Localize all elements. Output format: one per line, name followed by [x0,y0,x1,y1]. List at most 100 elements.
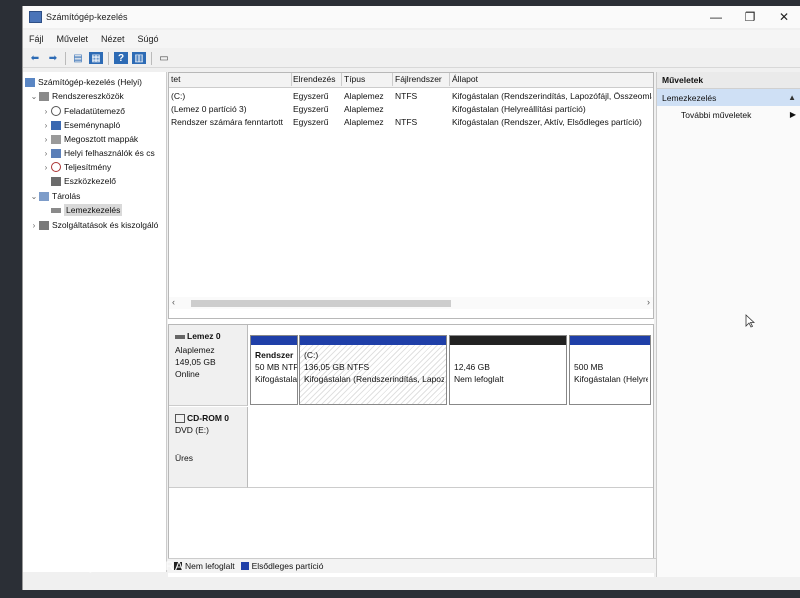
window-controls: — ❐ ✕ [699,6,800,28]
tree-item-system-tools[interactable]: ⌄ Rendszereszközök [29,89,124,103]
primary-partition-bar [570,336,650,345]
help-icon[interactable]: ? [114,52,128,64]
expand-icon[interactable]: › [41,163,51,172]
disk0-size: 149,05 GB [175,357,216,367]
expand-icon[interactable]: › [41,121,51,130]
tree-item-root[interactable]: Számítógép-kezelés (Helyi) [25,75,142,89]
expand-icon[interactable]: › [41,107,51,116]
back-arrow-icon[interactable]: ⬅ [28,52,42,64]
storage-icon [39,191,49,201]
cdrom-label[interactable]: CD-ROM 0 DVD (E:) Üres [169,407,248,488]
actions-section-disk-management[interactable]: Lemezkezelés ▲ [657,89,800,106]
minimize-button[interactable]: — [699,6,733,28]
unallocated-bar [450,336,566,345]
disk0-name: Lemez 0 [175,331,221,341]
horizontal-scrollbar[interactable]: ‹ › [169,297,653,309]
more-actions[interactable]: További műveletek ▶ [657,106,800,123]
tree-item-shared-folders[interactable]: › Megosztott mappák [41,132,139,146]
cell-layout: Egyszerű [293,104,329,114]
submenu-arrow-icon: ▶ [789,110,796,119]
menu-view[interactable]: Nézet [101,34,125,44]
legend-primary: Elsődleges partíció [251,561,324,571]
toolbar-separator [151,51,152,65]
cell-type: Alaplemez [344,91,384,101]
expand-icon[interactable]: › [41,135,51,144]
cdrom-status: Üres [175,453,193,463]
toolbar-separator [65,51,66,65]
hard-disk-icon [175,334,185,339]
toolbar: ⬅ ➡ ▤ ▦ ? ▥ ▭ [23,49,800,68]
disk-graphical-view: Lemez 0 Alaplemez 149,05 GB Online Rends… [168,324,654,571]
properties-icon[interactable]: ▥ [132,52,146,64]
actions-header: Műveletek [657,72,800,89]
tree-item-performance[interactable]: › Teljesítmény [41,160,111,174]
column-header-status[interactable]: Állapot [450,73,653,86]
collapse-up-icon[interactable]: ▲ [788,93,796,102]
watermark-line2: AI QUAD CAMERA [66,559,185,573]
table-row[interactable]: Rendszer számára fenntartott Egyszerű Al… [169,116,653,129]
console-view-icon[interactable]: ▭ [157,52,171,64]
disk0-label[interactable]: Lemez 0 Alaplemez 149,05 GB Online [169,325,248,406]
cell-volume: (C:) [171,91,186,101]
partition-recovery[interactable]: 500 MB Kifogástalan (Helyreállítási [569,335,651,405]
actions-pane: Műveletek Lemezkezelés ▲ További művelet… [656,72,800,577]
column-header-volume[interactable]: tet [169,73,292,86]
cell-volume: Rendszer számára fenntartott [171,117,283,127]
title-bar: Számítógép-kezelés — ❐ ✕ [23,6,800,28]
tree-item-storage[interactable]: ⌄ Tárolás [29,189,81,203]
mmc-window: Számítógép-kezelés — ❐ ✕ Fájl Művelet Né… [22,6,800,590]
column-header-layout[interactable]: Elrendezés [291,73,342,86]
tools-icon [39,91,49,101]
close-button[interactable]: ✕ [767,6,800,28]
column-header-type[interactable]: Típus [342,73,393,86]
cell-type: Alaplemez [344,104,384,114]
disk0-type: Alaplemez [175,345,215,355]
tree-item-local-users[interactable]: › Helyi felhasználók és cs [41,146,155,160]
clock-icon [51,106,61,116]
menu-file[interactable]: Fájl [29,34,44,44]
tree-item-services[interactable]: › Szolgáltatások és kiszolgáló [29,218,159,232]
forward-arrow-icon[interactable]: ➡ [46,52,60,64]
primary-partition-bar [251,336,297,345]
scroll-right-icon[interactable]: › [647,297,650,307]
cell-volume: (Lemez 0 partíció 3) [171,104,247,114]
collapse-icon[interactable]: ⌄ [29,92,39,101]
volume-list-header: tet Elrendezés Típus Fájlrendszer Állapo… [169,73,653,88]
tree-item-disk-management[interactable]: Lemezkezelés [51,203,123,217]
menu-help[interactable]: Súgó [138,34,159,44]
table-row[interactable]: (C:) Egyszerű Alaplemez NTFS Kifogástala… [169,90,653,103]
cd-drive-icon [175,414,185,424]
cell-filesystem: NTFS [395,117,418,127]
cell-layout: Egyszerű [293,91,329,101]
menu-bar: Fájl Művelet Nézet Súgó [23,30,800,48]
computer-icon [25,77,35,87]
table-row[interactable]: (Lemez 0 partíció 3) Egyszerű Alaplemez … [169,103,653,116]
tree-item-device-manager[interactable]: Eszközkezelő [51,174,116,188]
column-header-filesystem[interactable]: Fájlrendszer [393,73,450,86]
camera-logo-icon [27,543,54,569]
scroll-left-icon[interactable]: ‹ [172,297,175,307]
divider [248,487,653,488]
menu-action[interactable]: Művelet [57,34,89,44]
performance-icon [51,162,61,172]
disk0-status: Online [175,369,200,379]
cell-status: Kifogástalan (Rendszer, Aktív, Elsődlege… [452,117,642,127]
disk-icon [51,207,61,213]
cell-filesystem [393,103,449,116]
tree-item-task-scheduler[interactable]: › Feladatütemező [41,104,125,118]
expand-icon[interactable]: › [29,221,39,230]
legend-unallocated: Nem lefoglalt [185,561,235,571]
expand-icon[interactable]: › [41,149,51,158]
show-hide-tree-icon[interactable]: ▦ [89,52,103,64]
scrollbar-thumb[interactable] [191,300,451,307]
restore-button[interactable]: ❐ [733,6,767,28]
partition-c-drive[interactable]: (C:) 136,05 GB NTFS Kifogástalan (Rendsz… [299,335,447,405]
tree-item-event-viewer[interactable]: › Eseménynapló [41,118,121,132]
up-level-icon[interactable]: ▤ [71,52,85,64]
volume-list: tet Elrendezés Típus Fájlrendszer Állapo… [168,72,654,319]
event-log-icon [51,120,61,130]
collapse-icon[interactable]: ⌄ [29,192,39,201]
cdrom-name: CD-ROM 0 [175,413,229,424]
partition-system-reserved[interactable]: Rendszer 50 MB NTFS Kifogástalan [250,335,298,405]
partition-unallocated[interactable]: 12,46 GB Nem lefoglalt [449,335,567,405]
